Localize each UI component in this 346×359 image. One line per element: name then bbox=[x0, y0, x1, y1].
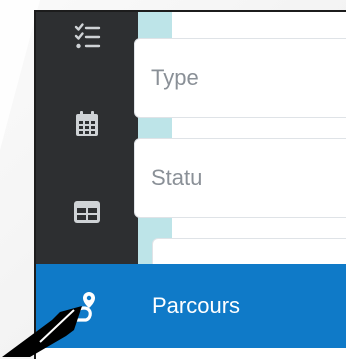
sidebar-item-calendar[interactable] bbox=[36, 104, 138, 144]
status-field-placeholder: Statu bbox=[151, 165, 203, 190]
calendar-icon bbox=[76, 111, 98, 136]
table-icon bbox=[74, 201, 100, 223]
sidebar-item-tasks[interactable] bbox=[36, 16, 138, 56]
type-field[interactable]: Type bbox=[134, 38, 346, 118]
type-field-placeholder: Type bbox=[151, 65, 199, 90]
sidebar-item-label: Parcours bbox=[152, 293, 241, 318]
sidebar-item-table[interactable] bbox=[36, 192, 138, 232]
mouse-cursor-icon bbox=[2, 306, 82, 357]
tasks-icon bbox=[74, 23, 101, 49]
status-field[interactable]: Statu bbox=[134, 138, 346, 218]
